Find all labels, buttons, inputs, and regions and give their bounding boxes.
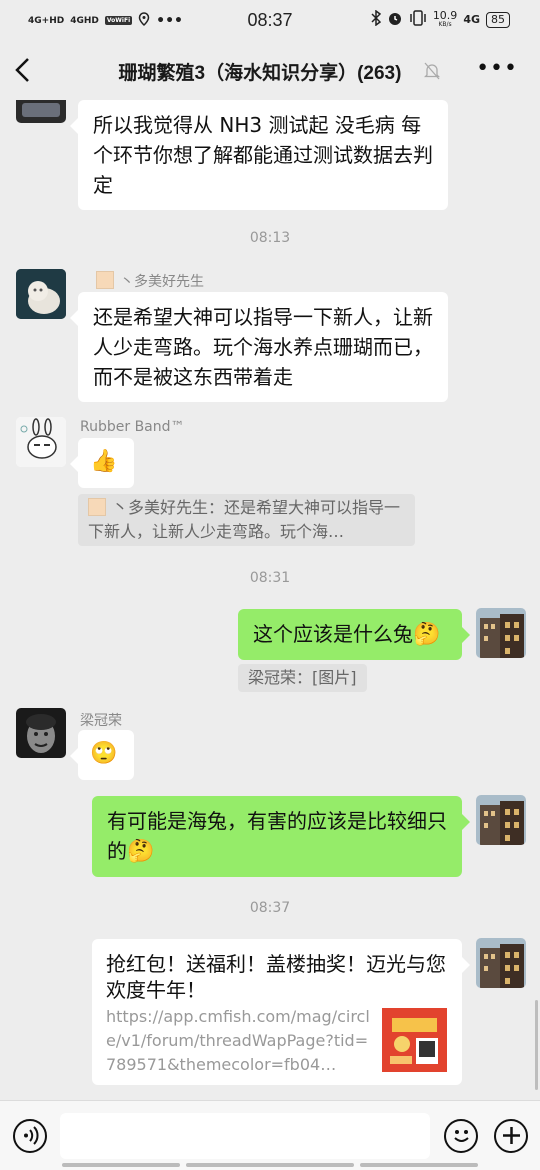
quoted-message[interactable]: 丶多美好先生：还是希望大神可以指导一下新人，让新人少走弯路。玩个海…: [78, 494, 415, 546]
thinking-emoji: 🤔: [413, 622, 441, 647]
avatar-self[interactable]: [476, 608, 526, 658]
avatar-self[interactable]: [476, 938, 526, 988]
plus-button[interactable]: [494, 1119, 528, 1153]
message-text: 有可能是海兔，有害的应该是比较细只的: [107, 809, 447, 863]
more-dots-icon: •••: [476, 56, 518, 81]
avatar[interactable]: [16, 417, 66, 467]
status-right-icons: 10.9 KB/s 4G 85: [371, 8, 510, 29]
message-bubble[interactable]: 🙄: [70, 730, 134, 780]
chat-header: 珊瑚繁殖3（海水知识分享）(263) •••: [0, 44, 540, 100]
link-thumbnail: [382, 1008, 447, 1072]
battery-icon: 85: [486, 11, 510, 28]
nav-gesture-bar: [62, 1163, 180, 1167]
more-options-button[interactable]: •••: [476, 56, 518, 81]
sender-name: 梁冠荣: [80, 713, 122, 729]
status-bar: 4G+HD 4GHD VoWiFi ••• 08:37 10.9 KB/s 4G…: [0, 0, 540, 44]
message-bubble-self[interactable]: 这个应该是什么兔🤔: [238, 609, 470, 660]
eye-roll-emoji: 🙄: [90, 741, 118, 766]
voice-icon: [23, 1126, 38, 1145]
thumbs-up-emoji: 👍: [90, 449, 118, 474]
chat-title: 珊瑚繁殖3（海水知识分享）(263): [118, 63, 402, 84]
sender-name: Rubber Band™: [80, 419, 185, 435]
message-bubble[interactable]: 所以我觉得从 NH3 测试起 没毛病 每个环节你想了解都能通过测试数据去判定: [70, 100, 448, 210]
timestamp: 08:31: [249, 570, 291, 586]
input-bar: [0, 1100, 540, 1170]
message-text: 这个应该是什么兔: [253, 622, 413, 646]
back-button[interactable]: [14, 56, 40, 86]
message-text: 所以我觉得从 NH3 测试起 没毛病 每个环节你想了解都能通过测试数据去判定: [93, 113, 433, 197]
nav-gesture-bar: [186, 1163, 354, 1167]
bluetooth-icon: [371, 9, 381, 29]
link-card[interactable]: 抢红包！送福利！盖楼抽奖！迈光与您欢度牛年！ https://app.cmfis…: [92, 939, 470, 1085]
message-bubble-self[interactable]: 有可能是海兔，有害的应该是比较细只的🤔: [92, 796, 470, 877]
net-speed: 10.9 KB/s: [432, 8, 458, 28]
chevron-left-icon: [15, 58, 29, 82]
alarm-icon: [387, 10, 403, 29]
quoted-message[interactable]: 梁冠荣：[图片]: [238, 664, 367, 692]
avatar-mini-icon: [96, 271, 114, 289]
avatar[interactable]: [16, 269, 66, 319]
message-bubble[interactable]: 还是希望大神可以指导一下新人，让新人少走弯路。玩个海水养点珊瑚而已，而不是被这东…: [70, 292, 448, 402]
smile-icon: [453, 1130, 469, 1142]
link-title: 抢红包！送福利！盖楼抽奖！迈光与您欢度牛年！: [106, 952, 446, 1002]
timestamp: 08:37: [249, 900, 291, 916]
message-text: 还是希望大神可以指导一下新人，让新人少走弯路。玩个海水养点珊瑚而已，而不是被这东…: [93, 305, 433, 389]
plus-icon: [502, 1127, 520, 1144]
voice-button[interactable]: [13, 1119, 47, 1153]
avatar[interactable]: [16, 708, 66, 758]
timestamp: 08:13: [249, 230, 291, 246]
scrollbar[interactable]: [535, 1000, 538, 1090]
message-input[interactable]: [60, 1113, 430, 1159]
network-4g-icon: 4G: [463, 13, 480, 26]
vibrate-icon: [409, 10, 427, 29]
bell-off-icon: [423, 62, 442, 80]
message-bubble[interactable]: 👍: [70, 438, 134, 488]
link-url: https://app.cmfish.com/mag/circle/v1/for…: [106, 1007, 370, 1074]
avatar-mini-icon: [88, 498, 106, 516]
avatar-self[interactable]: [476, 795, 526, 845]
nav-gesture-bar: [360, 1163, 478, 1167]
thinking-emoji: 🤔: [127, 839, 155, 864]
sender-name: 丶多美好先生: [96, 271, 204, 291]
emoji-button[interactable]: [444, 1119, 478, 1153]
